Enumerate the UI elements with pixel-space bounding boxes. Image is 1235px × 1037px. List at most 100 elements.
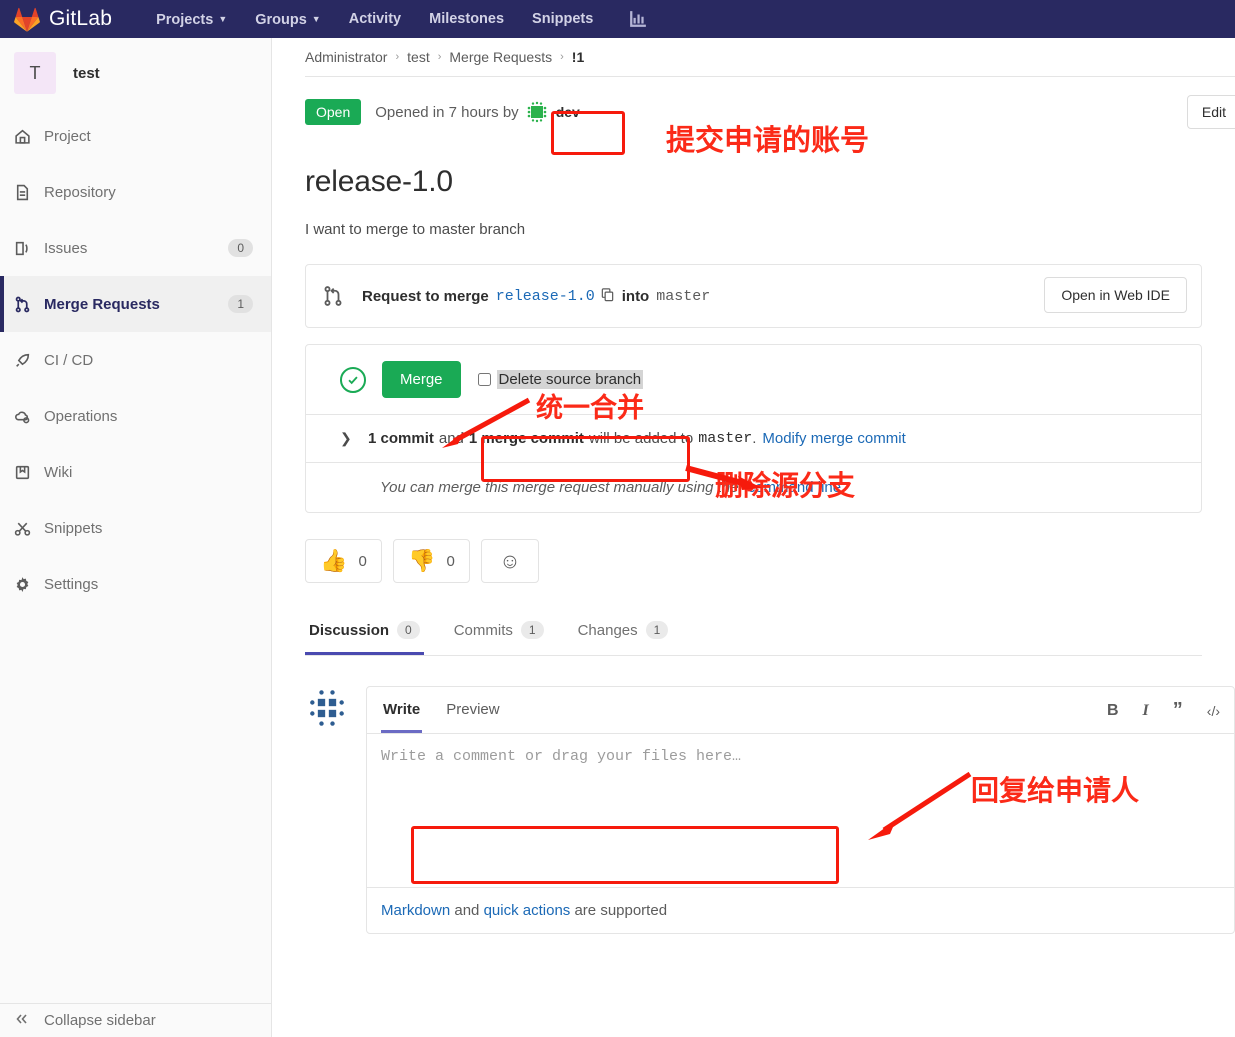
gitlab-logo[interactable]: GitLab — [14, 7, 112, 32]
quote-icon[interactable]: ” — [1173, 699, 1183, 722]
italic-icon[interactable]: I — [1143, 702, 1149, 720]
project-name: test — [73, 64, 100, 82]
sidebar-item-ci-cd[interactable]: CI / CD — [0, 332, 271, 388]
breadcrumb-separator: › — [437, 51, 442, 63]
sidebar-label-repository: Repository — [44, 183, 116, 201]
period: . — [752, 430, 757, 447]
merge-request-widget-header: Request to merge release-1.0 into master… — [306, 265, 1201, 327]
merge-button[interactable]: Merge — [382, 361, 461, 398]
commit-count: 1 commit — [368, 430, 434, 447]
analytics-chart-icon[interactable] — [629, 10, 647, 28]
sidebar-item-project[interactable]: Project — [0, 108, 271, 164]
thumbsup-icon: 👍 — [320, 548, 348, 573]
sidebar-label-snippets: Snippets — [44, 519, 103, 537]
tab-commits[interactable]: Commits 1 — [450, 609, 548, 655]
home-icon — [14, 128, 44, 145]
status-badge: Open — [305, 99, 362, 125]
nav-groups[interactable]: Groups ▼ — [241, 0, 334, 38]
document-icon — [14, 184, 44, 201]
sidebar-item-issues[interactable]: Issues 0 — [0, 220, 271, 276]
cloud-gear-icon — [14, 408, 44, 425]
sidebar-label-issues: Issues — [44, 239, 88, 257]
thumbsdown-award[interactable]: 👎 0 — [393, 539, 470, 583]
smiley-icon: ☺ — [499, 549, 521, 573]
thumbsup-award[interactable]: 👍 0 — [305, 539, 382, 583]
nav-snippets[interactable]: Snippets — [518, 0, 607, 38]
source-branch: release-1.0 — [495, 287, 595, 305]
delete-source-branch-field[interactable]: Delete source branch — [477, 370, 644, 389]
tab-discussion[interactable]: Discussion 0 — [305, 609, 424, 655]
sidebar-item-wiki[interactable]: Wiki — [0, 444, 271, 500]
tab-preview[interactable]: Preview — [444, 687, 501, 733]
command-line-link[interactable]: command line — [748, 479, 841, 496]
sidebar-item-operations[interactable]: Operations — [0, 388, 271, 444]
delete-source-branch-checkbox[interactable] — [477, 373, 491, 386]
double-chevron-left-icon — [14, 1012, 44, 1030]
note-editor: Write Preview B I ” ‹/› Markdown and qui… — [366, 686, 1235, 934]
sidebar-label-wiki: Wiki — [44, 463, 73, 481]
modify-merge-commit-link[interactable]: Modify merge commit — [762, 430, 905, 447]
mr-author-name: dev — [555, 104, 580, 120]
tab-discussion-count: 0 — [397, 621, 420, 639]
nav-projects[interactable]: Projects ▼ — [142, 0, 241, 38]
award-emoji-bar: 👍 0 👎 0 ☺ — [305, 539, 1235, 583]
new-note-area: Write Preview B I ” ‹/› Markdown and qui… — [305, 686, 1235, 934]
breadcrumb-separator: › — [395, 51, 400, 63]
merge-request-widget: Request to merge release-1.0 into master… — [305, 264, 1202, 328]
merge-commit-count: 1 merge commit — [468, 430, 584, 447]
tab-changes[interactable]: Changes 1 — [574, 609, 673, 655]
open-in-web-ide-button[interactable]: Open in Web IDE — [1044, 277, 1187, 313]
check-circle-icon — [340, 366, 366, 393]
comment-input[interactable] — [367, 734, 1234, 884]
merge-request-icon — [322, 285, 344, 307]
sidebar-item-settings[interactable]: Settings — [0, 556, 271, 612]
sidebar-project-header[interactable]: T test — [0, 38, 271, 108]
breadcrumb-test[interactable]: test — [407, 49, 430, 65]
mr-status-row: Open Opened in 7 hours by dev Edit — [272, 77, 1235, 147]
and-label: and — [438, 430, 464, 447]
code-icon[interactable]: ‹/› — [1207, 703, 1220, 719]
breadcrumb-administrator[interactable]: Administrator — [305, 49, 387, 65]
nav-milestones[interactable]: Milestones — [415, 0, 518, 38]
tab-commits-count: 1 — [520, 621, 544, 639]
sidebar-label-ci-cd: CI / CD — [44, 351, 94, 369]
project-avatar: T — [14, 52, 56, 94]
chevron-right-icon[interactable]: ❯ — [340, 430, 368, 447]
breadcrumb-separator: › — [560, 51, 564, 63]
sidebar-item-snippets[interactable]: Snippets — [0, 500, 271, 556]
nav-activity[interactable]: Activity — [335, 0, 415, 38]
markdown-toolbar: B I ” ‹/› — [1083, 699, 1220, 722]
footer-and: and — [454, 902, 480, 919]
avatar — [524, 100, 549, 124]
footer-tail: are supported — [574, 902, 668, 919]
add-reaction-button[interactable]: ☺ — [481, 539, 539, 583]
sidebar-item-merge-requests[interactable]: Merge Requests 1 — [0, 276, 271, 332]
mr-author[interactable]: dev — [524, 100, 580, 124]
sidebar-label-merge-requests: Merge Requests — [44, 295, 160, 313]
copy-icon[interactable] — [600, 287, 615, 305]
collapse-sidebar-button[interactable]: Collapse sidebar — [0, 1003, 272, 1037]
sidebar-item-repository[interactable]: Repository — [0, 164, 271, 220]
edit-button[interactable]: Edit — [1186, 95, 1235, 129]
chevron-down-icon: ▼ — [218, 14, 228, 24]
markdown-link[interactable]: Markdown — [381, 902, 450, 919]
nav-projects-label: Projects — [156, 12, 214, 28]
quick-actions-link[interactable]: quick actions — [484, 902, 571, 919]
collapse-sidebar-label: Collapse sidebar — [44, 1012, 156, 1029]
book-icon — [14, 464, 44, 481]
bold-icon[interactable]: B — [1107, 702, 1119, 720]
issues-count: 0 — [228, 239, 253, 257]
will-be-added-label: will be added to — [588, 430, 694, 447]
merge-action-row: Merge Delete source branch — [306, 345, 1201, 414]
tab-write[interactable]: Write — [381, 687, 423, 733]
top-navbar: GitLab Projects ▼ Groups ▼ Activity Milest… — [0, 0, 1235, 38]
breadcrumb-merge-requests[interactable]: Merge Requests — [449, 49, 552, 65]
mr-description: I want to merge to master branch — [305, 221, 526, 238]
target-branch: master — [656, 287, 711, 305]
page-title: release-1.0 — [305, 165, 453, 198]
request-to-merge-label: Request to merge — [362, 287, 489, 305]
delete-source-branch-label[interactable]: Delete source branch — [496, 370, 644, 389]
gear-icon — [14, 576, 44, 593]
manual-merge-text: You can merge this merge request manuall… — [380, 479, 739, 496]
brand-name: GitLab — [49, 7, 113, 30]
